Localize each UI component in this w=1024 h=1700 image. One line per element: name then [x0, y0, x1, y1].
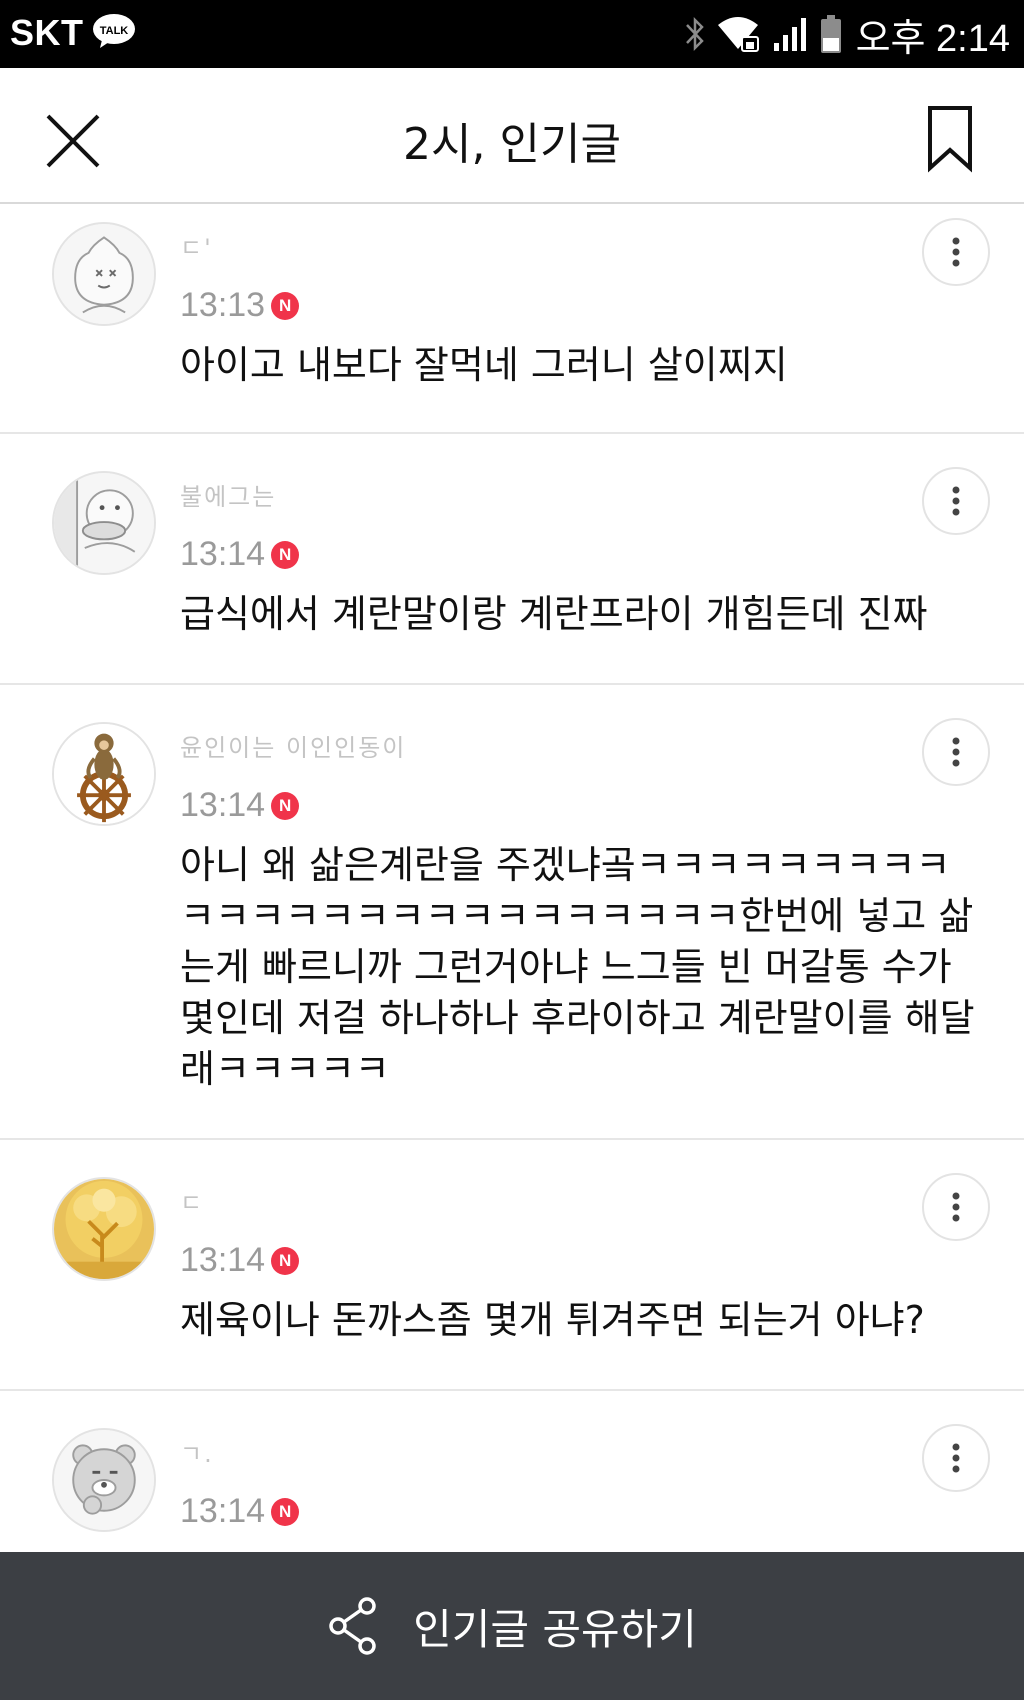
nickname[interactable]: 윤인이는 이인인동이 [180, 728, 406, 758]
avatar[interactable] [52, 722, 156, 826]
carrier-label: SKT [10, 12, 84, 53]
nickname[interactable]: 불에그는 [180, 477, 276, 507]
comment-item: 윤인이는 이인인동이 13:14 N 아니 왜 삶은계란을 주겠냐곸ㅋㅋㅋㅋㅋㅋ… [0, 685, 1024, 1140]
more-vertical-icon [952, 486, 960, 516]
comment-item: ㄷ' 13:13 N 아이고 내보다 잘먹네 그러니 살이찌지 [0, 204, 1024, 434]
bluetooth-icon [685, 16, 704, 52]
duck-character-avatar [54, 473, 154, 573]
talk-badge-label: TALK [100, 25, 129, 37]
comment-time: 13:13 [180, 286, 266, 324]
more-options-button[interactable] [922, 718, 990, 786]
comment-time: 13:14 [180, 535, 266, 573]
kakaotalk-notification-icon: TALK [92, 13, 136, 49]
more-options-button[interactable] [922, 1173, 990, 1241]
comment-text: 아니 왜 삶은계란을 주겠냐곸ㅋㅋㅋㅋㅋㅋㅋㅋㅋㅋㅋㅋㅋㅋㅋㅋㅋㅋㅋㅋㅋㅋㅋㅋㅋ… [180, 843, 975, 1091]
comment-item: ㄱ. 13:14 N [0, 1391, 1024, 1552]
comment-time: 13:14 [180, 786, 266, 824]
new-badge: N [271, 540, 300, 569]
avatar[interactable] [52, 222, 156, 326]
avatar[interactable] [52, 1177, 156, 1281]
more-vertical-icon [952, 1192, 960, 1222]
comment-list[interactable]: ㄷ' 13:13 N 아이고 내보다 잘먹네 그러니 살이찌지 불에그는 13:… [0, 204, 1024, 1552]
bear-character-avatar [54, 1430, 154, 1530]
new-badge: N [271, 1497, 300, 1526]
new-badge: N [271, 291, 300, 320]
comment-time: 13:14 [180, 1241, 266, 1279]
nickname[interactable]: ㄷ [180, 1183, 204, 1213]
more-options-button[interactable] [922, 218, 990, 286]
bookmark-button[interactable] [920, 104, 980, 174]
comment-time: 13:14 [180, 1492, 266, 1530]
comment-meta: 13:14 N [180, 786, 300, 825]
comment-item: 불에그는 13:14 N 급식에서 계란말이랑 계란프라이 개힘든데 진짜 [0, 434, 1024, 685]
more-vertical-icon [952, 737, 960, 767]
app-header: 2시, 인기글 [0, 68, 1024, 204]
comment-text: 급식에서 계란말이랑 계란프라이 개힘든데 진짜 [180, 592, 928, 636]
comment-meta: 13:14 N [180, 535, 300, 574]
bookmark-icon [928, 106, 972, 173]
peach-character-avatar [54, 224, 154, 324]
comment-meta: 13:14 N [180, 1492, 300, 1531]
nickname[interactable]: ㄷ' [180, 228, 213, 258]
comment-meta: 13:13 N [180, 286, 300, 325]
status-bar: SKT TALK 오후 2:14 [0, 0, 1024, 68]
more-options-button[interactable] [922, 1424, 990, 1492]
nickname[interactable]: ㄱ. [180, 1434, 214, 1464]
comment-text: 아이고 내보다 잘먹네 그러니 살이찌지 [180, 343, 788, 387]
battery-icon [820, 15, 841, 53]
share-popular-post-button[interactable]: 인기글 공유하기 [0, 1552, 1024, 1700]
comment-meta: 13:14 N [180, 1241, 300, 1280]
share-label: 인기글 공유하기 [413, 1604, 697, 1654]
golden-tree-avatar [54, 1179, 154, 1279]
more-options-button[interactable] [922, 467, 990, 535]
avatar[interactable] [52, 471, 156, 575]
more-vertical-icon [952, 1443, 960, 1473]
share-icon [329, 1597, 376, 1655]
new-badge: N [271, 1246, 300, 1275]
new-badge: N [271, 791, 300, 820]
clock: 오후 2:14 [855, 17, 1010, 60]
avatar[interactable] [52, 1428, 156, 1532]
wifi-lock-icon [717, 17, 759, 52]
status-icons: 오후 2:14 [684, 10, 1010, 60]
more-vertical-icon [952, 237, 960, 267]
comment-item: ㄷ 13:14 N 제육이나 돈까스좀 몇개 튀겨주면 되는거 아냐? [0, 1140, 1024, 1391]
signal-icon [773, 18, 806, 51]
page-title: 2시, 인기글 [403, 119, 621, 170]
comment-text: 제육이나 돈까스좀 몇개 튀겨주면 되는거 아냐? [180, 1298, 925, 1342]
monkey-ship-wheel-avatar [54, 724, 154, 824]
